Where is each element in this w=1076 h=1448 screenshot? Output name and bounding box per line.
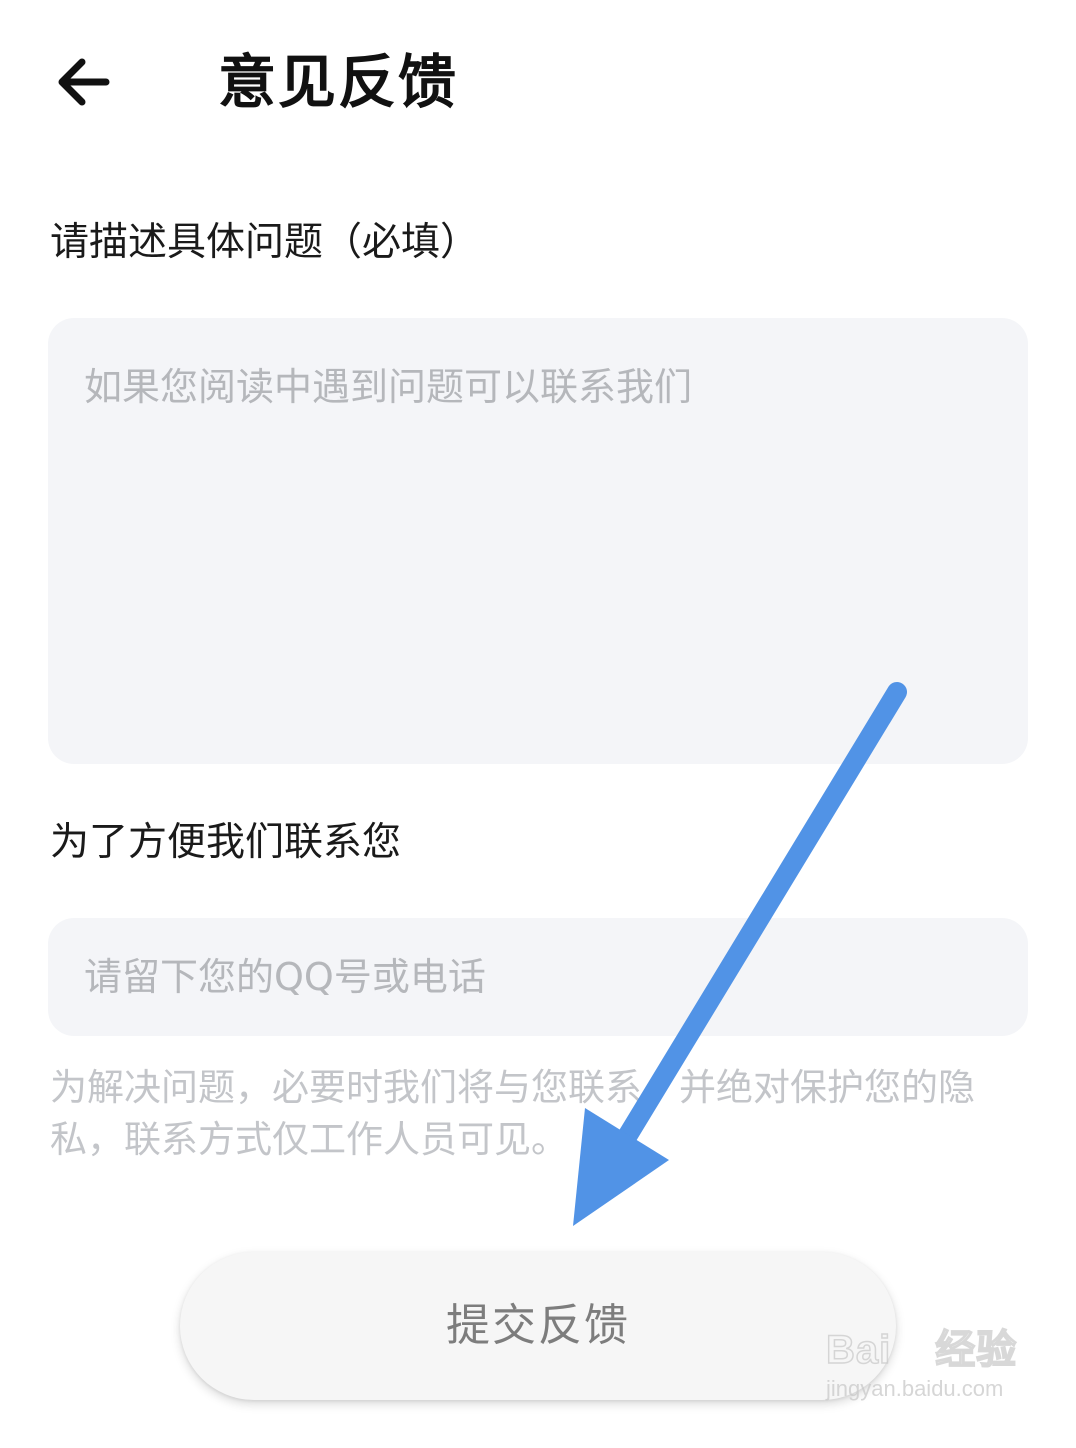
header: 意见反馈 xyxy=(0,0,1076,170)
contact-input-container xyxy=(48,918,1028,1036)
problem-label: 请描述具体问题（必填） xyxy=(50,220,480,265)
contact-label: 为了方便我们联系您 xyxy=(50,820,402,865)
submit-feedback-button[interactable]: 提交反馈 xyxy=(180,1252,896,1400)
feedback-page: 意见反馈 请描述具体问题（必填） 为了方便我们联系您 为解决问题，必要时我们将与… xyxy=(0,0,1076,1448)
arrow-left-icon xyxy=(58,58,110,106)
back-button[interactable] xyxy=(52,52,116,112)
contact-input[interactable] xyxy=(48,918,1028,1036)
page-title: 意见反馈 xyxy=(218,48,459,116)
problem-textarea-container xyxy=(48,318,1028,764)
privacy-note: 为解决问题，必要时我们将与您联系，并绝对保护您的隐私，联系方式仅工作人员可见。 xyxy=(50,1066,975,1161)
problem-textarea[interactable] xyxy=(48,318,1028,764)
